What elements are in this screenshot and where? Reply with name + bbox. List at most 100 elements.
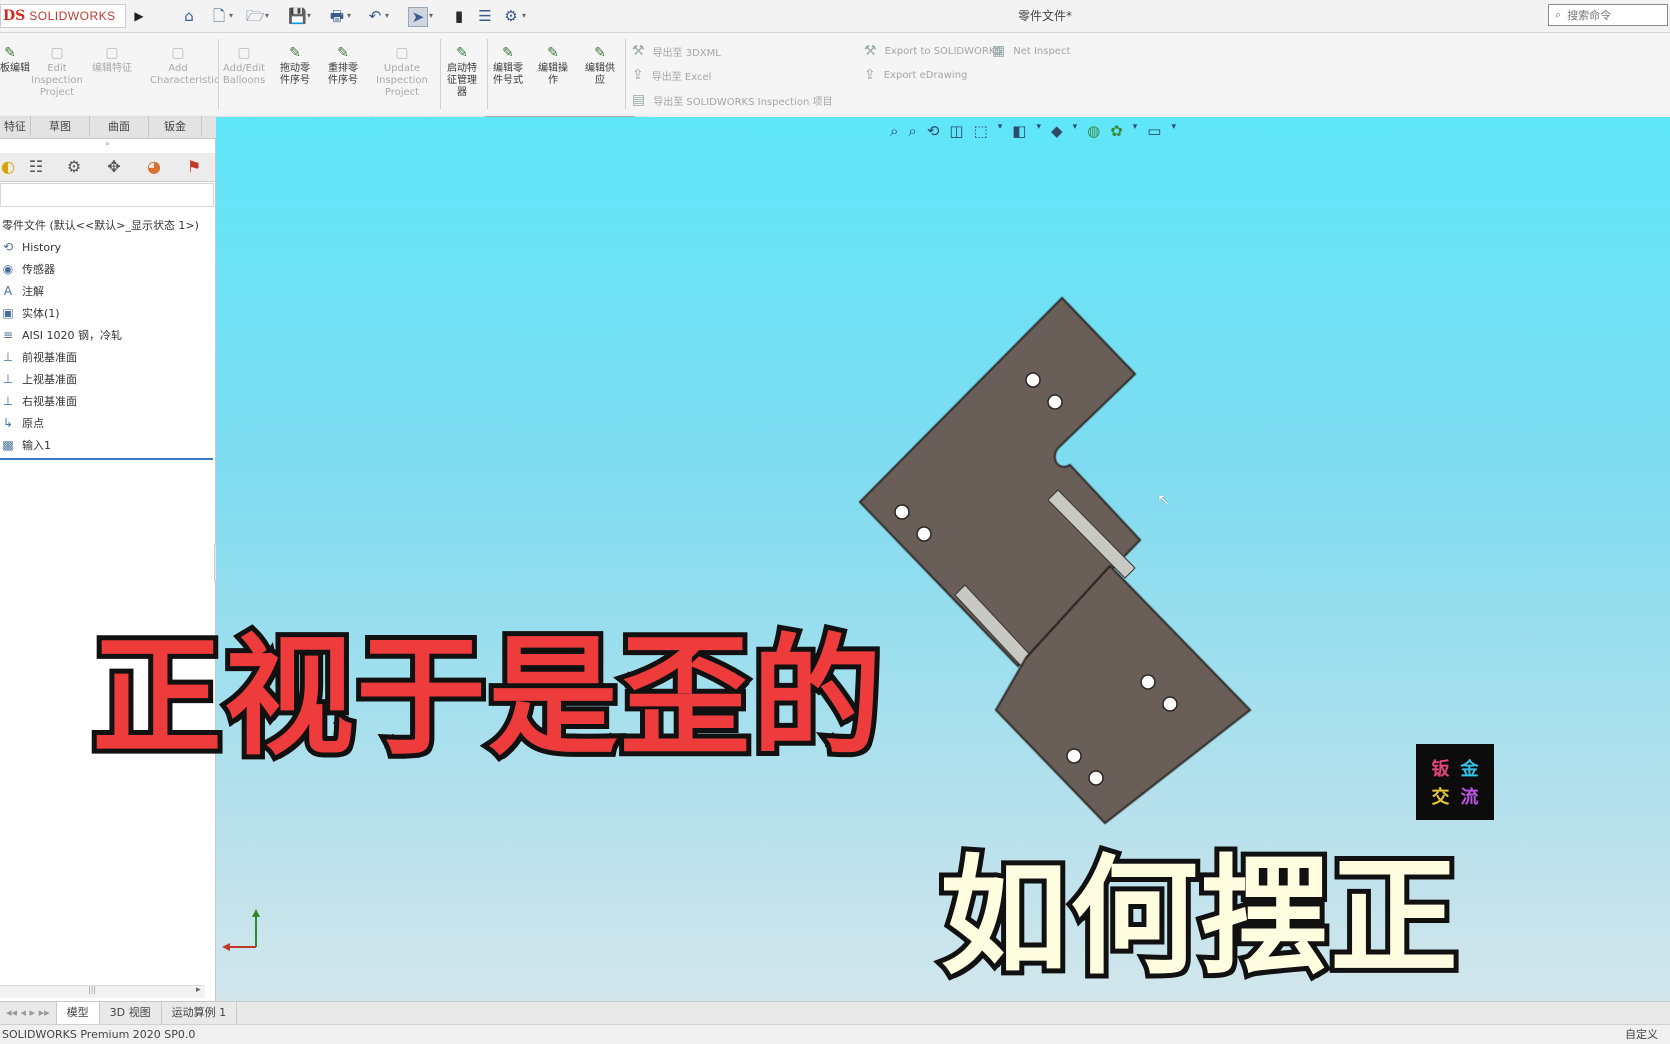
search-icon: ⌕ bbox=[1555, 8, 1562, 21]
tab-1[interactable]: 草图 bbox=[31, 116, 90, 137]
tree-item[interactable]: ↳ 原点 bbox=[0, 413, 44, 433]
cmd-button-11[interactable]: ✎ 编辑供 应 bbox=[572, 45, 628, 87]
export-excel-button[interactable]: ⇪ 导出至 Excel bbox=[632, 67, 711, 83]
sheet-metal-part[interactable] bbox=[840, 290, 1260, 830]
dimxpert-icon[interactable]: ✥ bbox=[96, 156, 132, 178]
horizontal-scrollbar[interactable]: ||| ▸ bbox=[0, 985, 205, 998]
status-version: SOLIDWORKS Premium 2020 SP0.0 bbox=[2, 1028, 196, 1041]
model-tab-1[interactable]: 3D 视图 bbox=[100, 1002, 162, 1024]
heads-up-toolbar: ⌕ ⌕ ⟲ ◫ ⬚ ▾ ◧ ▾ ◆ ▾ ◍ ✿ ▾ ▭ ▾ bbox=[890, 122, 1176, 140]
cmd-button-7[interactable]: ▢ Update Inspection Project bbox=[374, 45, 430, 99]
net-inspect-button[interactable]: ▦ Net Inspect bbox=[992, 43, 1070, 59]
display-manager-icon[interactable]: ◕ bbox=[136, 156, 172, 178]
tree-item[interactable]: A 注解 bbox=[0, 281, 44, 301]
chevron-down-icon[interactable]: ▾ bbox=[998, 122, 1003, 140]
model-tab-0[interactable]: 模型 bbox=[56, 1002, 100, 1024]
home-icon[interactable]: ⌂ bbox=[180, 7, 198, 25]
tab-nav-arrows[interactable]: ◂◂ ◂ ▸ ▸▸ bbox=[0, 1002, 57, 1024]
rebuild-icon[interactable]: ▮ bbox=[450, 7, 468, 25]
scroll-right-icon[interactable]: ▸ bbox=[196, 985, 201, 995]
chevron-down-icon[interactable]: ▾ bbox=[307, 11, 311, 20]
open-icon[interactable]: 🗁 bbox=[246, 7, 265, 25]
inspection-commands: ✎ 模板编辑 ▢ Edit Inspection Project ▢ 编辑特征 ▢ Add C… bbox=[0, 33, 640, 115]
menu-expand-icon[interactable]: ▶ bbox=[130, 7, 148, 25]
tree-item-label: 右视基准面 bbox=[22, 395, 77, 408]
zoom-area-icon[interactable]: ⌕ bbox=[908, 122, 916, 140]
tree-item[interactable]: ◉ 传感器 bbox=[0, 259, 55, 279]
hole bbox=[1047, 394, 1063, 410]
tree-item[interactable]: ▣ 实体(1) bbox=[0, 303, 59, 323]
chevron-down-icon[interactable]: ▾ bbox=[1073, 122, 1078, 140]
view-orientation-icon[interactable]: ⬚ bbox=[974, 122, 988, 140]
mouse-cursor-icon: ↖ bbox=[1157, 490, 1171, 509]
tab-0[interactable]: 特征 bbox=[0, 116, 31, 137]
solidworks-logo[interactable]: DS SOLIDWORKS bbox=[0, 4, 126, 28]
previous-view-icon[interactable]: ⟲ bbox=[927, 122, 940, 140]
chevron-down-icon[interactable]: ▾ bbox=[1036, 122, 1041, 140]
configuration-manager-icon[interactable]: ⚙ bbox=[56, 156, 92, 178]
new-icon[interactable]: 🗋 bbox=[210, 7, 228, 25]
model-tab-2[interactable]: 运动算例 1 bbox=[162, 1002, 238, 1024]
chevron-down-icon[interactable]: ▾ bbox=[229, 11, 233, 20]
tree-item[interactable]: ⊥ 前视基准面 bbox=[0, 347, 77, 367]
section-view-icon[interactable]: ◫ bbox=[949, 122, 963, 140]
cmd-button-4[interactable]: ▢ Add/Edit Balloons bbox=[216, 45, 272, 87]
appearance-icon[interactable]: ◍ bbox=[1087, 122, 1100, 140]
scene-icon[interactable]: ✿ bbox=[1110, 122, 1123, 140]
cmd-label: 编辑操 作 bbox=[538, 63, 568, 86]
tab-2[interactable]: 曲面 bbox=[90, 116, 149, 137]
plane-icon: ⊥ bbox=[2, 394, 14, 408]
cmd-button-6[interactable]: ✎ 重排零 件序号 bbox=[315, 45, 371, 87]
chevron-down-icon[interactable]: ▾ bbox=[385, 11, 389, 20]
tree-item-label: 上视基准面 bbox=[22, 373, 77, 386]
print-icon[interactable]: 🖶 bbox=[328, 7, 346, 25]
cmd-button-3[interactable]: ▢ Add Characteristic bbox=[150, 45, 220, 87]
hole bbox=[1025, 372, 1041, 388]
export-inspection-button[interactable]: ▤ 导出至 SOLIDWORKS Inspection 项目 bbox=[632, 92, 832, 108]
export-sw-button[interactable]: ⚒ Export to SOLIDWORKS bbox=[864, 43, 1002, 59]
chevron-down-icon[interactable]: ▾ bbox=[1171, 122, 1176, 140]
options-icon[interactable]: ⚙ bbox=[502, 7, 520, 25]
feature-tree: ⟲ History ◉ 传感器 A 注解 ▣ 实体(1) ≡ AISI 1020 钢，冷轧 ⊥ 前视基… bbox=[0, 237, 213, 467]
cmd-button-2[interactable]: ▢ 编辑特征 bbox=[84, 45, 140, 75]
property-manager-icon[interactable]: ☷ bbox=[18, 156, 54, 178]
select-icon[interactable]: ➤ bbox=[408, 7, 428, 27]
tree-item[interactable]: ⟲ History bbox=[0, 237, 61, 257]
tree-item[interactable]: ⊥ 右视基准面 bbox=[0, 391, 77, 411]
tab-3[interactable]: 钣金 bbox=[149, 116, 202, 137]
chevron-down-icon[interactable]: ▾ bbox=[347, 11, 351, 20]
tree-item-label: 传感器 bbox=[22, 263, 55, 276]
tree-item[interactable]: ▩ 输入1 bbox=[0, 435, 51, 455]
tree-item[interactable]: ⊥ 上视基准面 bbox=[0, 369, 77, 389]
search-commands-field[interactable]: ⌕ 搜索命令 bbox=[1548, 4, 1668, 26]
export-sw-icon: ⚒ bbox=[864, 43, 877, 59]
chevron-down-icon[interactable]: ▾ bbox=[1133, 122, 1138, 140]
view-settings-icon[interactable]: ▭ bbox=[1147, 122, 1161, 140]
status-units[interactable]: 自定义 bbox=[1625, 1025, 1658, 1044]
cam-icon[interactable]: ⚑ bbox=[176, 156, 212, 178]
cmd-button-1[interactable]: ▢ Edit Inspection Project bbox=[29, 45, 85, 99]
material-icon: ≡ bbox=[2, 328, 14, 342]
tree-root[interactable]: 零件文件 (默认<<默认>_显示状态 1>) bbox=[2, 217, 199, 233]
chevron-down-icon[interactable]: ▾ bbox=[522, 11, 526, 20]
file-props-icon[interactable]: ☰ bbox=[476, 7, 494, 25]
cmd-icon: ✎ bbox=[337, 45, 349, 61]
save-icon[interactable]: 💾 bbox=[288, 7, 307, 25]
scroll-thumb-icon[interactable]: ||| bbox=[88, 985, 96, 994]
divider bbox=[218, 39, 219, 109]
export-3dxml-button[interactable]: ⚒ 导出至 3DXML bbox=[632, 43, 721, 59]
export-edrawing-button[interactable]: ⇪ Export eDrawing bbox=[864, 67, 967, 83]
tree-item-label: AISI 1020 钢，冷轧 bbox=[22, 329, 122, 342]
panel-grip[interactable]: » bbox=[0, 139, 215, 151]
rollback-bar[interactable] bbox=[0, 458, 213, 460]
zoom-to-fit-icon[interactable]: ⌕ bbox=[890, 122, 898, 140]
display-style-icon[interactable]: ◧ bbox=[1012, 122, 1026, 140]
chevron-down-icon[interactable]: ▾ bbox=[429, 11, 433, 20]
tree-filter-input[interactable] bbox=[0, 183, 214, 207]
cmd-icon: ▢ bbox=[171, 45, 185, 61]
tree-item[interactable]: ≡ AISI 1020 钢，冷轧 bbox=[0, 325, 122, 345]
history-icon: ⟲ bbox=[2, 240, 14, 254]
undo-icon[interactable]: ↶ bbox=[366, 7, 384, 25]
hide-show-icon[interactable]: ◆ bbox=[1051, 122, 1063, 140]
chevron-down-icon[interactable]: ▾ bbox=[265, 11, 269, 20]
